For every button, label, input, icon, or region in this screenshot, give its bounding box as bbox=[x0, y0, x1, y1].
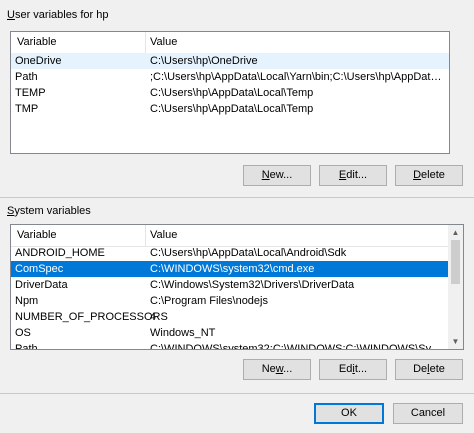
column-separator[interactable] bbox=[145, 32, 146, 53]
row-variable: ComSpec bbox=[15, 263, 64, 275]
user-variables-label: User variables for hp bbox=[7, 9, 109, 21]
user-new-button-accel: N bbox=[261, 169, 270, 181]
system-delete-button-label: ete bbox=[429, 363, 445, 375]
system-new-button-accel: w bbox=[275, 363, 284, 375]
user-new-button[interactable]: New... bbox=[243, 165, 311, 186]
system-new-button[interactable]: New... bbox=[243, 359, 311, 380]
table-row-selected[interactable]: ComSpec C:\WINDOWS\system32\cmd.exe bbox=[11, 261, 448, 277]
table-row[interactable]: OS Windows_NT bbox=[11, 325, 448, 341]
system-delete-button[interactable]: Delete bbox=[395, 359, 463, 380]
column-header-variable[interactable]: Variable bbox=[17, 36, 57, 48]
user-delete-button[interactable]: Delete bbox=[395, 165, 463, 186]
system-new-button-label: ... bbox=[283, 363, 293, 375]
scroll-up-icon[interactable]: ▲ bbox=[448, 225, 463, 240]
group-divider bbox=[0, 197, 474, 198]
system-variables-rows: ANDROID_HOME C:\Users\hp\AppData\Local\A… bbox=[11, 225, 448, 349]
row-value: C:\WINDOWS\system32;C:\WINDOWS;C:\WINDOW… bbox=[150, 343, 444, 350]
row-variable: TMP bbox=[15, 103, 39, 115]
user-delete-button-accel: D bbox=[413, 169, 422, 181]
user-variables-label-accel: U bbox=[7, 9, 15, 21]
row-variable: TEMP bbox=[15, 87, 46, 99]
row-value: C:\Program Files\nodejs bbox=[150, 295, 268, 307]
row-value: ;C:\Users\hp\AppData\Local\Yarn\bin;C:\U… bbox=[150, 71, 445, 83]
system-delete-button-label-pre: De bbox=[413, 363, 428, 375]
row-variable: NUMBER_OF_PROCESSORS bbox=[15, 311, 168, 323]
system-variables-list[interactable]: Variable Value ANDROID_HOME C:\Users\hp\… bbox=[10, 224, 464, 350]
vertical-scrollbar[interactable]: ▲ ▼ bbox=[448, 225, 463, 349]
user-variables-list[interactable]: Variable Value OneDrive C:\Users\hp\OneD… bbox=[10, 31, 450, 154]
system-edit-button-label: t... bbox=[354, 363, 368, 375]
row-variable: Npm bbox=[15, 295, 39, 307]
row-variable: DriverData bbox=[15, 279, 68, 291]
table-row[interactable]: TEMP C:\Users\hp\AppData\Local\Temp bbox=[11, 85, 449, 101]
row-value: C:\Windows\System32\Drivers\DriverData bbox=[150, 279, 355, 291]
system-variables-label: System variables bbox=[7, 205, 91, 217]
ok-button[interactable]: OK bbox=[314, 403, 384, 424]
system-edit-button-label-pre: Ed bbox=[338, 363, 353, 375]
scroll-down-icon[interactable]: ▼ bbox=[448, 334, 463, 349]
user-edit-button[interactable]: Edit... bbox=[319, 165, 387, 186]
system-edit-button[interactable]: Edit... bbox=[319, 359, 387, 380]
row-variable: OneDrive bbox=[15, 55, 62, 67]
row-value: Windows_NT bbox=[150, 327, 216, 339]
row-value: C:\WINDOWS\system32\cmd.exe bbox=[150, 263, 315, 275]
scrollbar-thumb[interactable] bbox=[451, 240, 460, 284]
cancel-button[interactable]: Cancel bbox=[393, 403, 463, 424]
row-value: C:\Users\hp\AppData\Local\Temp bbox=[150, 103, 314, 115]
row-value: C:\Users\hp\OneDrive bbox=[150, 55, 258, 67]
user-new-button-label: ew... bbox=[269, 169, 293, 181]
row-value: C:\Users\hp\AppData\Local\Android\Sdk bbox=[150, 247, 347, 259]
row-variable: Path bbox=[15, 71, 38, 83]
table-row[interactable]: Npm C:\Program Files\nodejs bbox=[11, 293, 448, 309]
table-row[interactable]: DriverData C:\Windows\System32\Drivers\D… bbox=[11, 277, 448, 293]
row-variable: OS bbox=[15, 327, 31, 339]
user-variables-label-text: ser variables for hp bbox=[14, 9, 109, 21]
row-value: C:\Users\hp\AppData\Local\Temp bbox=[150, 87, 314, 99]
table-row[interactable]: ANDROID_HOME C:\Users\hp\AppData\Local\A… bbox=[11, 245, 448, 261]
user-delete-button-label: elete bbox=[421, 169, 445, 181]
system-variables-label-text: ystem variables bbox=[14, 205, 91, 217]
row-value: 4 bbox=[150, 311, 157, 323]
table-row[interactable]: Path C:\WINDOWS\system32;C:\WINDOWS;C:\W… bbox=[11, 341, 448, 350]
table-row[interactable]: NUMBER_OF_PROCESSORS 4 bbox=[11, 309, 448, 325]
footer-divider bbox=[0, 393, 474, 394]
system-new-button-label-pre: Ne bbox=[261, 363, 276, 375]
row-variable: ANDROID_HOME bbox=[15, 247, 105, 259]
table-row[interactable]: TMP C:\Users\hp\AppData\Local\Temp bbox=[11, 101, 449, 117]
user-edit-button-label: dit... bbox=[346, 169, 368, 181]
user-variables-header: Variable Value bbox=[11, 32, 449, 54]
column-header-value[interactable]: Value bbox=[150, 36, 177, 48]
row-variable: Path bbox=[15, 343, 38, 350]
table-row[interactable]: OneDrive C:\Users\hp\OneDrive bbox=[11, 53, 449, 69]
table-row[interactable]: Path ;C:\Users\hp\AppData\Local\Yarn\bin… bbox=[11, 69, 449, 85]
